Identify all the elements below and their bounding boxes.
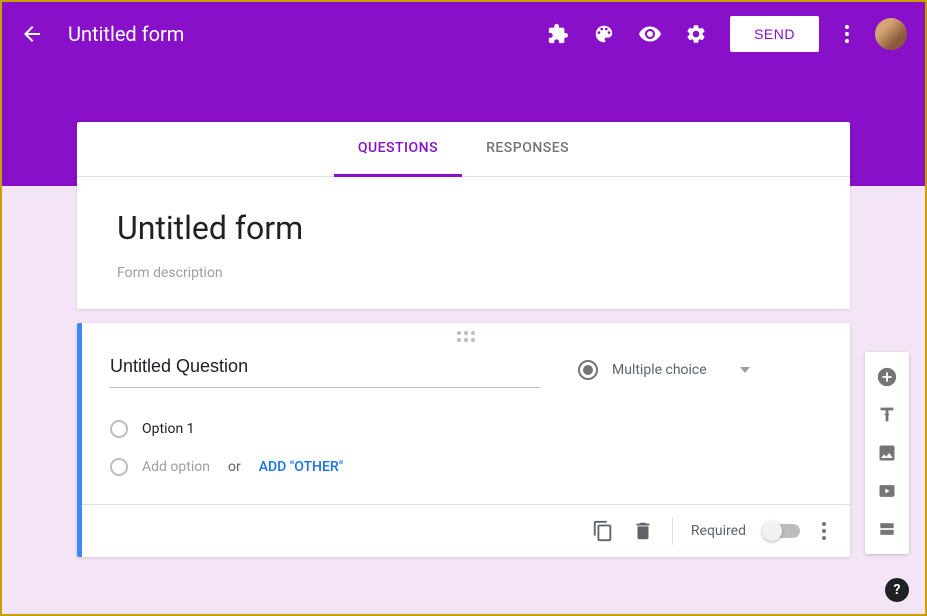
back-arrow-icon[interactable]	[20, 22, 44, 46]
form-card: QUESTIONS RESPONSES Untitled form Form d…	[77, 122, 850, 309]
divider	[672, 517, 673, 545]
form-title-input[interactable]: Untitled form	[117, 209, 810, 247]
radio-empty-icon	[110, 420, 128, 438]
question-type-select[interactable]: Multiple choice	[564, 350, 764, 390]
tabs: QUESTIONS RESPONSES	[77, 122, 850, 177]
app-header: Untitled form SEND	[2, 2, 925, 66]
add-video-icon[interactable]	[865, 472, 909, 510]
help-button[interactable]: ?	[885, 578, 909, 602]
add-option-link[interactable]: Add option	[142, 459, 210, 475]
question-type-label: Multiple choice	[612, 362, 726, 378]
addons-icon[interactable]	[546, 22, 570, 46]
add-option-row: Add option or ADD "OTHER"	[110, 448, 822, 486]
send-button[interactable]: SEND	[730, 16, 819, 52]
question-card[interactable]: Multiple choice Option 1 Add option or A…	[77, 323, 850, 557]
add-other-link[interactable]: ADD "OTHER"	[259, 459, 343, 475]
content-area: QUESTIONS RESPONSES Untitled form Form d…	[77, 122, 850, 557]
question-more-icon[interactable]	[818, 518, 830, 544]
question-title-input[interactable]	[110, 350, 540, 388]
radio-empty-icon	[110, 458, 128, 476]
chevron-down-icon	[740, 367, 750, 373]
add-title-icon[interactable]	[865, 396, 909, 434]
preview-icon[interactable]	[638, 22, 662, 46]
question-footer: Required	[82, 504, 850, 557]
delete-icon[interactable]	[632, 520, 654, 542]
option-text[interactable]: Option 1	[142, 421, 195, 437]
form-title-header[interactable]: Untitled form	[68, 22, 546, 46]
add-image-icon[interactable]	[865, 434, 909, 472]
settings-icon[interactable]	[684, 22, 708, 46]
form-description-input[interactable]: Form description	[117, 265, 810, 281]
form-header-section: Untitled form Form description	[77, 177, 850, 309]
more-menu-icon[interactable]	[841, 21, 853, 47]
or-text: or	[228, 459, 241, 475]
required-toggle[interactable]	[764, 524, 800, 538]
palette-icon[interactable]	[592, 22, 616, 46]
required-label: Required	[691, 523, 746, 539]
drag-handle-icon[interactable]	[82, 323, 850, 346]
radio-icon	[578, 360, 598, 380]
side-toolbar	[865, 352, 909, 554]
add-question-icon[interactable]	[865, 358, 909, 396]
tab-responses[interactable]: RESPONSES	[462, 122, 593, 176]
duplicate-icon[interactable]	[592, 520, 614, 542]
tab-questions[interactable]: QUESTIONS	[334, 122, 462, 177]
question-body: Multiple choice Option 1 Add option or A…	[82, 346, 850, 504]
option-row[interactable]: Option 1	[110, 410, 822, 448]
user-avatar[interactable]	[875, 18, 907, 50]
header-actions: SEND	[546, 16, 907, 52]
add-section-icon[interactable]	[865, 510, 909, 548]
